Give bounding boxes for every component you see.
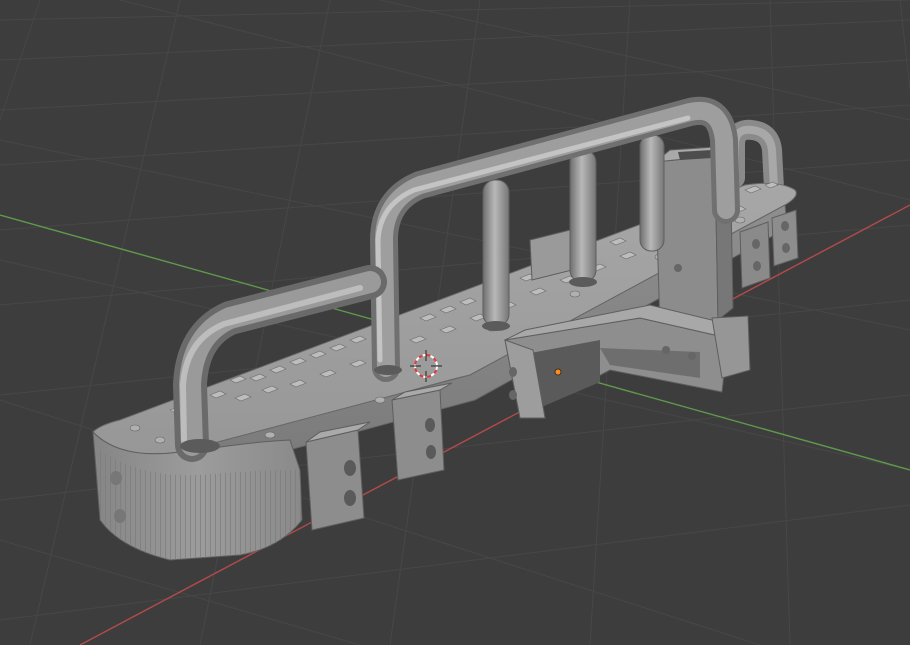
tube-socket bbox=[180, 439, 220, 453]
rear-loop-tube bbox=[725, 119, 784, 198]
object-origin-icon bbox=[554, 368, 562, 376]
bumper-model[interactable] bbox=[92, 96, 799, 561]
3d-viewport[interactable] bbox=[0, 0, 910, 645]
